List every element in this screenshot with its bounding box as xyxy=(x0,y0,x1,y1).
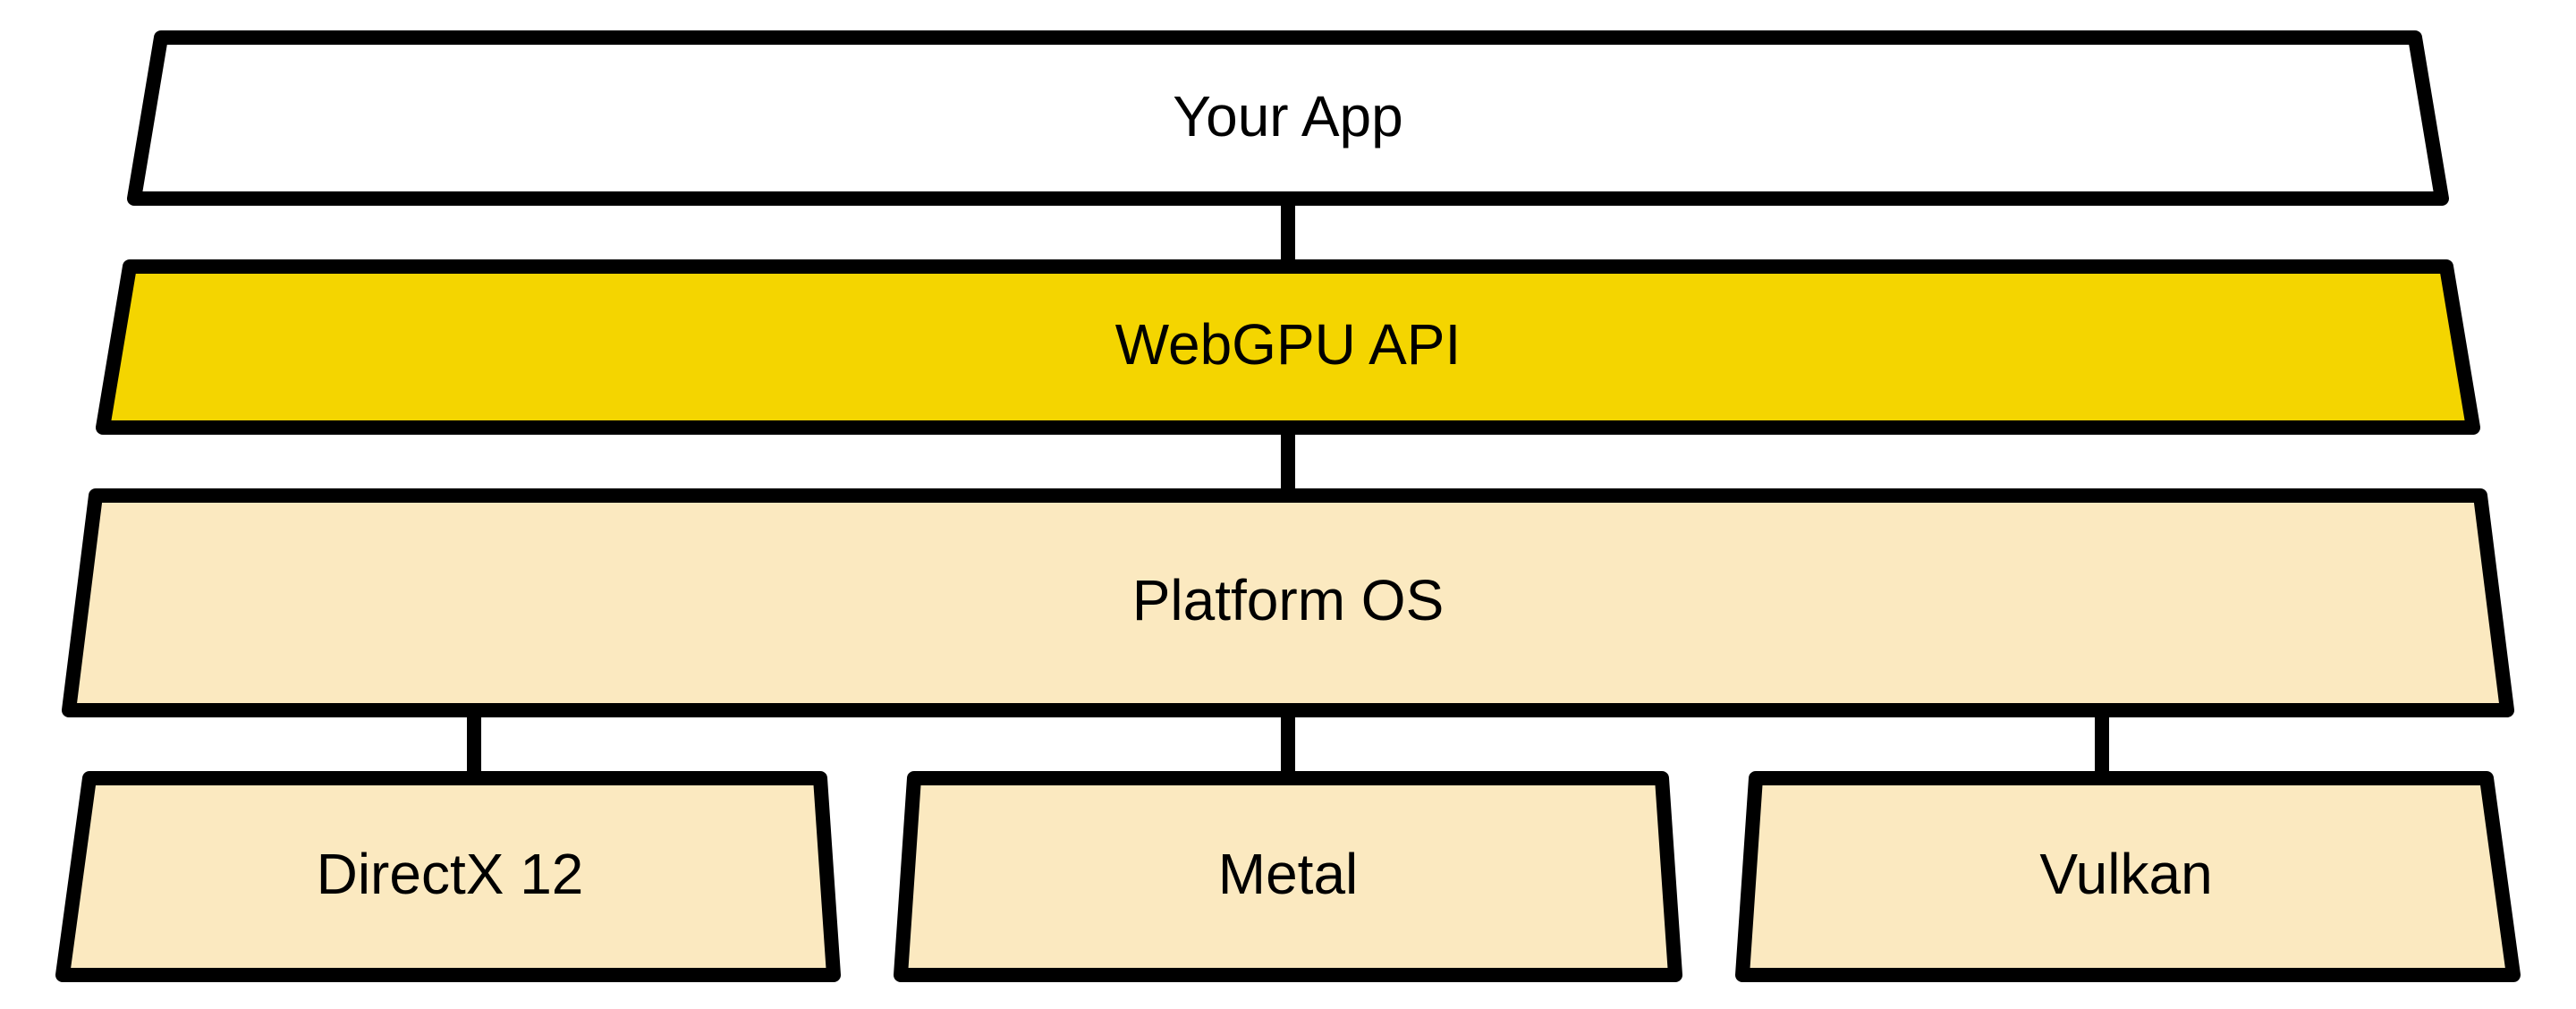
layer-platform-label: Platform OS xyxy=(1132,568,1445,632)
layer-webgpu-label: WebGPU API xyxy=(1115,312,1462,377)
layer-directx-label: DirectX 12 xyxy=(317,842,584,906)
layer-metal-label: Metal xyxy=(1218,842,1359,906)
layer-app-label: Your App xyxy=(1173,84,1402,148)
layer-vulkan-label: Vulkan xyxy=(2039,842,2212,906)
webgpu-stack-diagram: Your App WebGPU API Platform OS DirectX … xyxy=(0,0,2576,1009)
